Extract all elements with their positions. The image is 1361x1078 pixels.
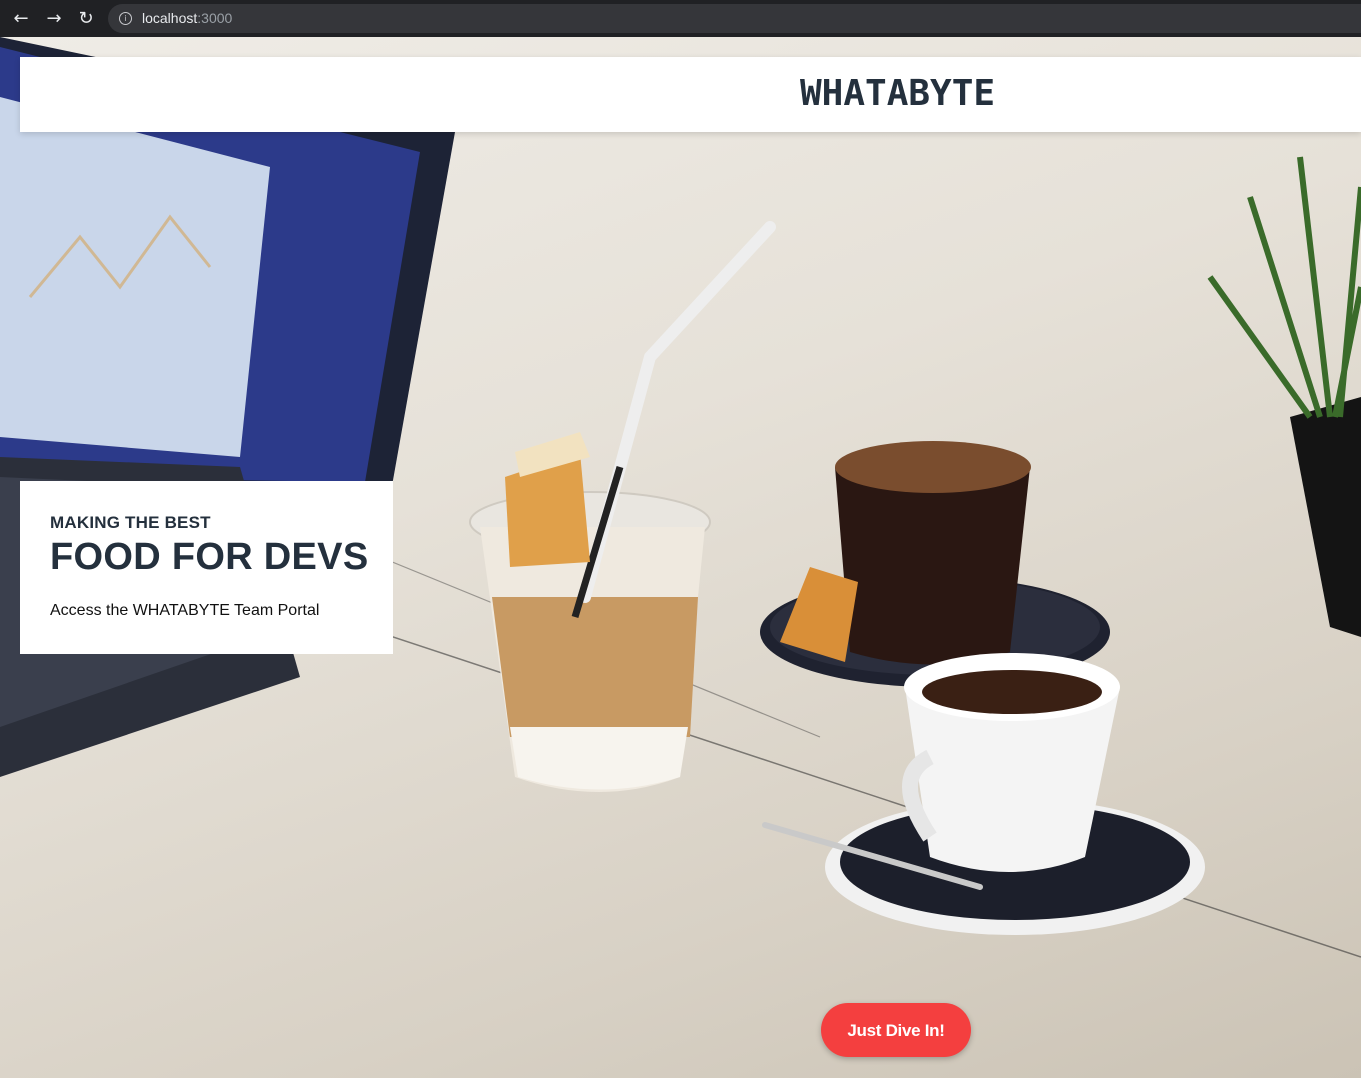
info-icon[interactable]: i: [119, 12, 132, 25]
reload-icon[interactable]: ↻: [75, 8, 97, 30]
browser-toolbar: ← → ↻ i localhost:3000: [0, 0, 1361, 37]
just-dive-in-button[interactable]: Just Dive In!: [821, 1003, 971, 1057]
url-host: localhost: [142, 10, 198, 26]
url-port: :3000: [197, 10, 233, 26]
address-bar[interactable]: i localhost:3000: [108, 4, 1361, 33]
url-text[interactable]: localhost:3000: [142, 10, 232, 27]
top-nav-bar: WHATABYTE: [20, 57, 1361, 132]
brand-logo[interactable]: WHATABYTE: [800, 69, 995, 119]
arrow-left-icon[interactable]: ←: [10, 8, 32, 30]
hero-card: MAKING THE BEST FOOD FOR DEVS Access the…: [20, 481, 393, 654]
arrow-right-icon[interactable]: →: [43, 8, 65, 30]
hero-kicker: MAKING THE BEST: [50, 513, 211, 532]
hero-subtitle: Access the WHATABYTE Team Portal: [50, 602, 320, 619]
hero-headline: FOOD FOR DEVS: [50, 536, 369, 578]
